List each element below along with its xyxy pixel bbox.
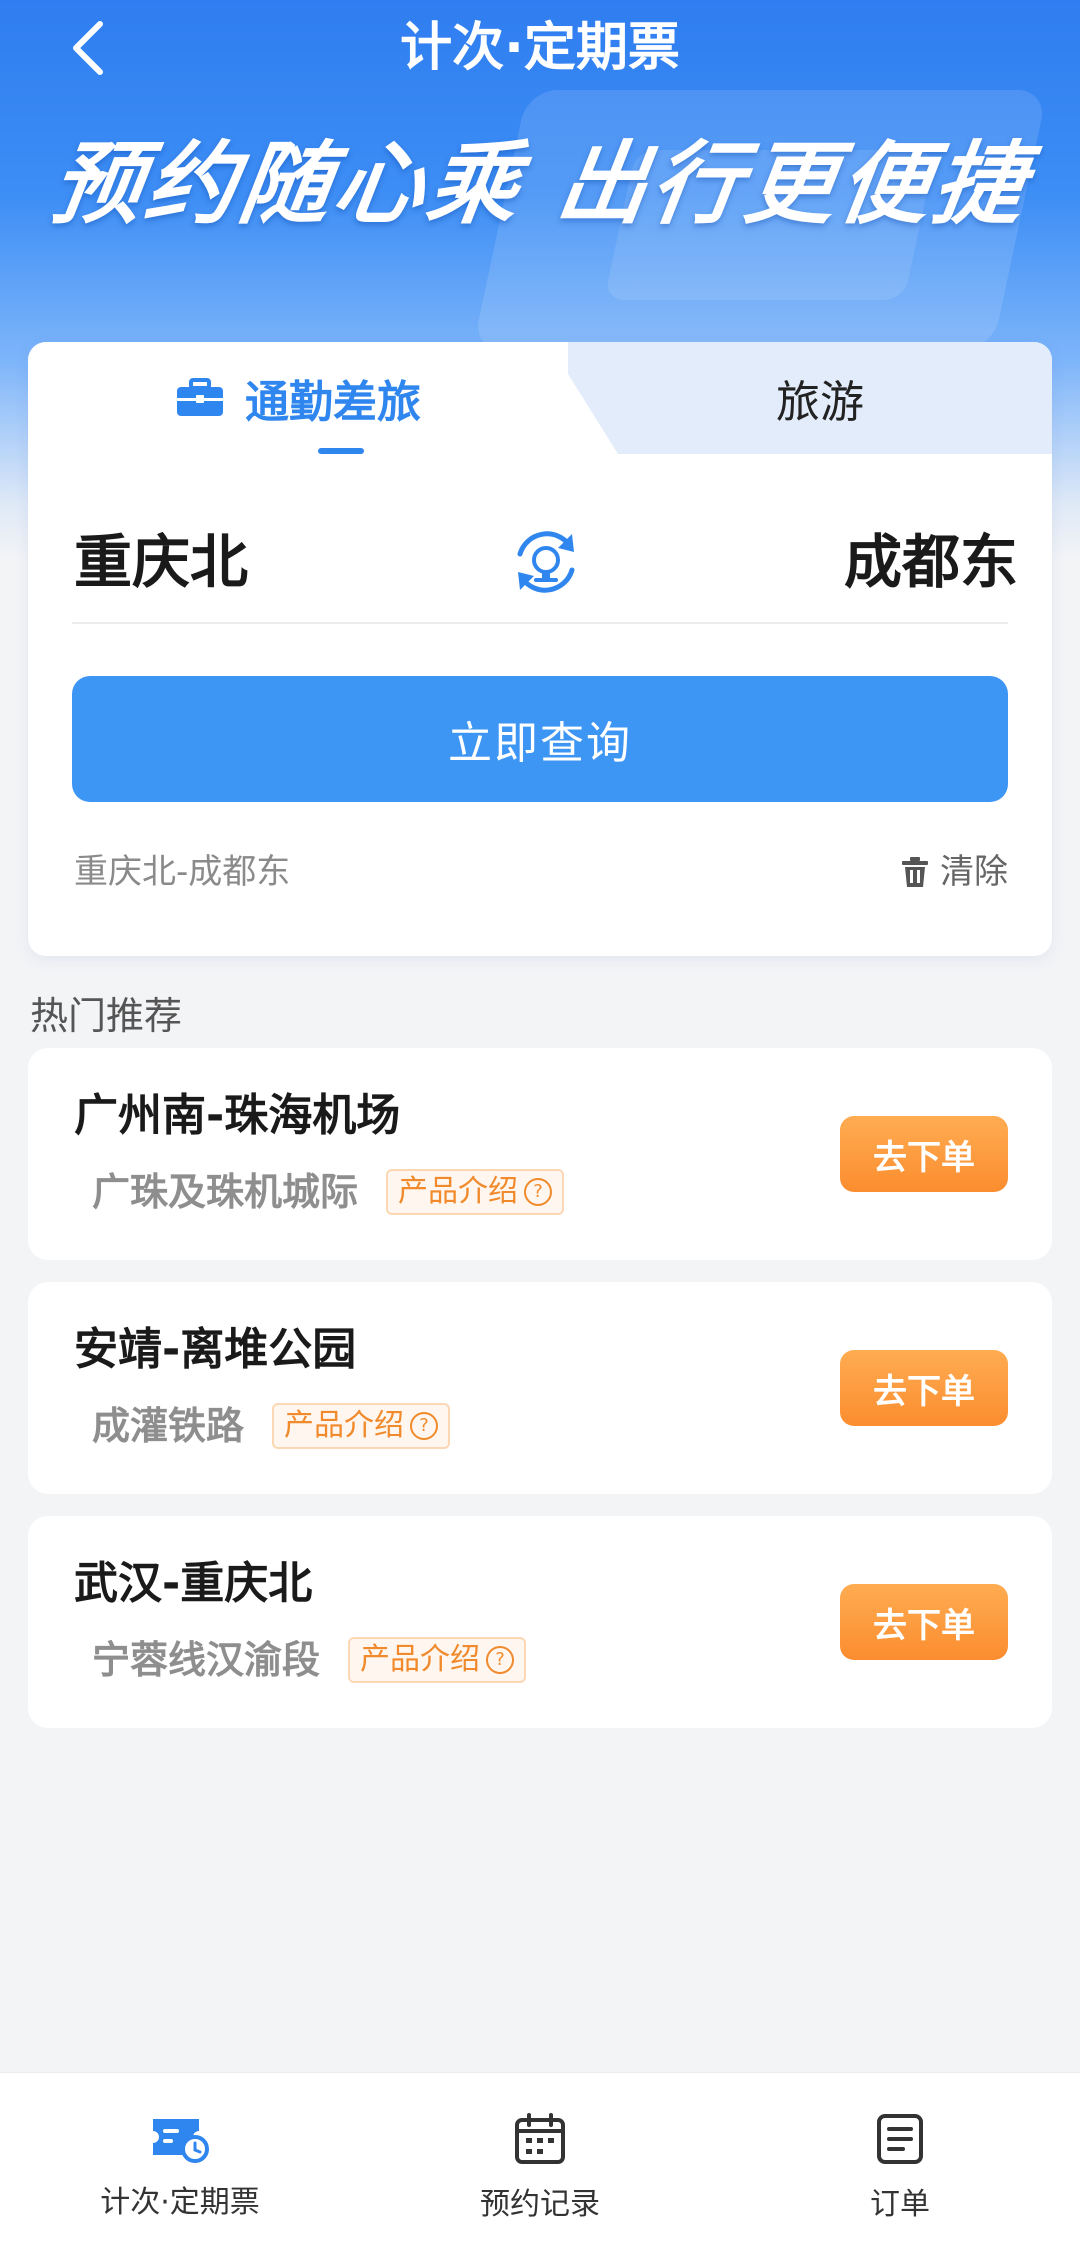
order-list-icon <box>877 2114 923 2164</box>
tab-commute-label: 通勤差旅 <box>245 377 421 428</box>
swap-rail-icon <box>517 531 575 593</box>
nav-label-periodic-ticket: 计次·定期票 <box>100 2185 260 2220</box>
trash-icon <box>902 857 928 887</box>
nav-item-reservations[interactable]: 预约记录 <box>360 2073 720 2258</box>
recommend-route: 广州南-珠海机场 <box>74 1090 401 1141</box>
page-title: 计次·定期票 <box>400 18 680 78</box>
to-station[interactable]: 成都东 <box>844 522 1018 602</box>
recommend-line-name: 广珠及珠机城际 <box>92 1170 359 1214</box>
active-tab-indicator <box>318 448 364 454</box>
divider <box>72 622 1008 624</box>
nav-label-reservations: 预约记录 <box>480 2187 600 2222</box>
order-button[interactable]: 去下单 <box>840 1116 1008 1192</box>
help-icon: ? <box>524 1178 553 1206</box>
bottom-navigation: 计次·定期票 预约记录 订单 <box>0 2072 1080 2258</box>
history-route[interactable]: 重庆北-成都东 <box>74 842 290 902</box>
order-button[interactable]: 去下单 <box>840 1350 1008 1426</box>
product-intro-label: 产品介绍 <box>360 1642 481 1677</box>
help-icon: ? <box>410 1412 439 1440</box>
calendar-icon <box>515 2113 565 2164</box>
tab-travel[interactable]: 旅游 <box>588 342 1052 454</box>
product-intro-tag[interactable]: 产品介绍 ? <box>386 1169 565 1215</box>
recommend-route: 武汉-重庆北 <box>74 1558 313 1609</box>
recommend-card: 安靖-离堆公园 成灌铁路 产品介绍 ? 去下单 <box>28 1282 1052 1494</box>
section-title-recommend: 热门推荐 <box>30 994 183 1038</box>
query-card: 通勤差旅 旅游 重庆北 成都东 立即查询 重庆北-成都东 清除 <box>28 342 1052 956</box>
clear-history-button[interactable]: 清除 <box>900 842 1008 902</box>
tab-travel-label: 旅游 <box>776 377 864 428</box>
ticket-clock-icon <box>153 2119 209 2163</box>
search-button[interactable]: 立即查询 <box>72 676 1008 802</box>
recommend-line-name: 宁蓉线汉渝段 <box>92 1638 321 1682</box>
swap-stations-button[interactable] <box>504 520 588 604</box>
recommend-line-name: 成灌铁路 <box>92 1404 245 1448</box>
briefcase-icon <box>177 378 223 416</box>
order-button[interactable]: 去下单 <box>840 1584 1008 1660</box>
nav-item-periodic-ticket[interactable]: 计次·定期票 <box>0 2073 360 2258</box>
recommend-card: 广州南-珠海机场 广珠及珠机城际 产品介绍 ? 去下单 <box>28 1048 1052 1260</box>
ticket-type-tabs: 通勤差旅 旅游 <box>28 342 1052 454</box>
recommend-card: 武汉-重庆北 宁蓉线汉渝段 产品介绍 ? 去下单 <box>28 1516 1052 1728</box>
hero-slogan: 预约随心乘 出行更便捷 <box>45 132 1036 237</box>
nav-item-orders[interactable]: 订单 <box>720 2073 1080 2258</box>
product-intro-label: 产品介绍 <box>398 1174 519 1209</box>
product-intro-label: 产品介绍 <box>284 1408 405 1443</box>
tab-commute[interactable]: 通勤差旅 <box>28 342 568 454</box>
help-icon: ? <box>486 1646 515 1674</box>
clear-label: 清除 <box>940 852 1008 892</box>
product-intro-tag[interactable]: 产品介绍 ? <box>272 1403 451 1449</box>
product-intro-tag[interactable]: 产品介绍 ? <box>348 1637 527 1683</box>
from-station[interactable]: 重庆北 <box>74 522 248 602</box>
nav-label-orders: 订单 <box>870 2187 930 2222</box>
recommend-route: 安靖-离堆公园 <box>74 1324 357 1375</box>
